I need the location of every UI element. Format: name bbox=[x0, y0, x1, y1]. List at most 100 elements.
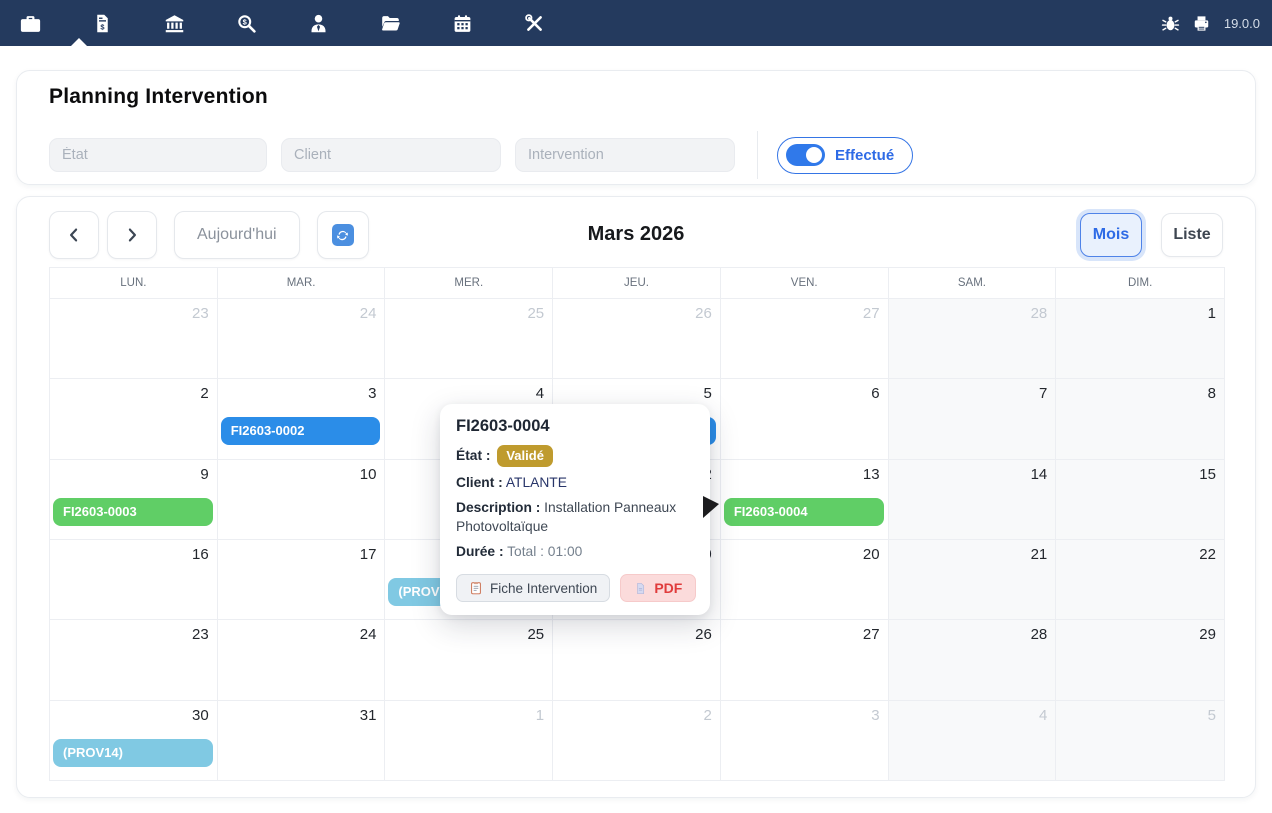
day-cell[interactable]: 25 bbox=[385, 299, 554, 379]
calendar-event[interactable]: FI2603-0002 bbox=[220, 417, 381, 446]
day-number: 17 bbox=[359, 545, 377, 563]
day-cell[interactable]: 23 bbox=[50, 620, 218, 700]
day-cell[interactable]: 10 bbox=[218, 459, 386, 539]
month-view-button[interactable]: Mois bbox=[1080, 213, 1142, 257]
day-cell[interactable]: 5 bbox=[1056, 700, 1224, 780]
week-row: 23 24 25 26 27 28 1 bbox=[50, 299, 1224, 380]
filter-row: Effectué bbox=[49, 131, 1223, 179]
calendar-event[interactable]: (PROV14) bbox=[53, 738, 213, 767]
day-cell[interactable]: 2 bbox=[50, 379, 218, 459]
printer-icon[interactable] bbox=[1191, 12, 1213, 34]
list-view-button[interactable]: Liste bbox=[1161, 213, 1223, 257]
day-number: 24 bbox=[359, 305, 377, 322]
day-cell[interactable]: 9 FI2603-0003 bbox=[50, 459, 218, 539]
day-number: 26 bbox=[695, 305, 712, 322]
day-cell[interactable]: 31 bbox=[218, 700, 386, 780]
day-cell[interactable]: 26 bbox=[553, 620, 721, 700]
client-label: Client : bbox=[456, 474, 503, 490]
calendar-icon[interactable] bbox=[443, 4, 481, 42]
day-cell[interactable]: 2 bbox=[553, 700, 721, 780]
day-cell[interactable]: 4 bbox=[888, 700, 1057, 780]
day-cell[interactable]: 25 bbox=[385, 620, 554, 700]
today-button[interactable]: Aujourd'hui bbox=[174, 211, 300, 259]
intervention-filter-input[interactable] bbox=[515, 138, 735, 172]
day-cell[interactable]: 22 bbox=[1056, 539, 1224, 620]
day-cell[interactable]: 7 bbox=[888, 379, 1057, 459]
svg-text:$: $ bbox=[242, 17, 247, 26]
prev-month-button[interactable] bbox=[49, 211, 99, 259]
status-badge: Validé bbox=[497, 445, 553, 467]
day-number: 4 bbox=[1038, 706, 1048, 724]
day-cell[interactable]: 1 bbox=[1056, 299, 1224, 379]
day-cell[interactable]: 16 bbox=[50, 539, 218, 620]
day-number: 14 bbox=[1030, 465, 1048, 483]
day-cell[interactable]: 1 bbox=[385, 700, 554, 780]
duree-label: Durée : bbox=[456, 544, 504, 560]
day-number: 3 bbox=[871, 706, 880, 724]
pdf-button[interactable]: PDF bbox=[620, 574, 697, 602]
day-cell[interactable]: 26 bbox=[553, 299, 721, 379]
toggle-label: Effectué bbox=[835, 146, 895, 164]
etat-filter-input[interactable] bbox=[49, 138, 267, 172]
bank-icon[interactable] bbox=[155, 4, 193, 42]
next-month-button[interactable] bbox=[107, 211, 157, 259]
day-cell[interactable]: 14 bbox=[888, 459, 1057, 539]
day-cell[interactable]: 8 bbox=[1056, 379, 1224, 459]
day-cell[interactable]: 24 bbox=[218, 299, 386, 379]
day-cell[interactable]: 15 bbox=[1056, 459, 1224, 539]
refresh-button[interactable] bbox=[316, 211, 369, 259]
tooltip-etat-line: État : Validé bbox=[456, 445, 694, 467]
effectue-toggle[interactable]: Effectué bbox=[777, 136, 914, 174]
bug-icon[interactable] bbox=[1160, 12, 1182, 34]
client-filter-input[interactable] bbox=[281, 138, 501, 172]
mouse-cursor bbox=[703, 496, 719, 518]
day-header: LUN. bbox=[50, 268, 218, 298]
day-number: 2 bbox=[200, 385, 209, 403]
day-cell[interactable]: 13 FI2603-0004 bbox=[721, 459, 889, 539]
day-cell[interactable]: 17 bbox=[218, 539, 386, 620]
day-cell[interactable]: 21 bbox=[888, 539, 1057, 620]
folder-open-icon[interactable] bbox=[371, 4, 409, 42]
day-cell[interactable]: 3 bbox=[721, 700, 889, 780]
day-number: 31 bbox=[359, 706, 377, 724]
day-header: SAM. bbox=[889, 268, 1057, 298]
day-header: JEU. bbox=[553, 268, 721, 298]
fiche-intervention-button[interactable]: Fiche Intervention bbox=[456, 574, 611, 602]
day-number: 20 bbox=[862, 545, 880, 563]
toggle-knob bbox=[806, 147, 822, 163]
search-dollar-icon[interactable]: $ bbox=[227, 4, 265, 42]
day-number: 1 bbox=[535, 706, 545, 724]
day-cell[interactable]: 3 FI2603-0002 bbox=[218, 379, 386, 459]
divider bbox=[757, 131, 758, 179]
briefcase-icon[interactable] bbox=[11, 4, 49, 42]
day-cell[interactable]: 28 bbox=[888, 620, 1057, 700]
day-cell[interactable]: 23 bbox=[50, 299, 218, 379]
day-cell[interactable]: 27 bbox=[721, 299, 889, 379]
day-cell[interactable]: 29 bbox=[1056, 620, 1224, 700]
day-header-row: LUN. MAR. MER. JEU. VEN. SAM. DIM. bbox=[50, 268, 1224, 299]
toggle-switch[interactable] bbox=[786, 144, 825, 166]
day-cell[interactable]: 27 bbox=[721, 620, 889, 700]
nav-menu: $ $ bbox=[11, 0, 553, 46]
client-value: ATLANTE bbox=[505, 474, 567, 490]
day-cell[interactable]: 30 (PROV14) bbox=[50, 700, 218, 780]
tools-icon[interactable] bbox=[515, 4, 553, 42]
calendar-event[interactable]: FI2603-0004 bbox=[723, 497, 884, 526]
top-nav: $ $ 19.0.0 bbox=[0, 0, 1272, 46]
day-number: 25 bbox=[527, 626, 545, 644]
day-number: 7 bbox=[1038, 385, 1048, 403]
day-header: VEN. bbox=[721, 268, 889, 298]
day-number: 26 bbox=[695, 626, 712, 644]
day-number: 4 bbox=[535, 385, 545, 403]
day-number: 10 bbox=[359, 465, 377, 483]
day-cell[interactable]: 28 bbox=[888, 299, 1057, 379]
day-cell[interactable]: 6 bbox=[721, 379, 889, 459]
day-number: 6 bbox=[871, 385, 880, 403]
day-cell[interactable]: 24 bbox=[218, 620, 386, 700]
day-number: 21 bbox=[1030, 545, 1048, 563]
user-icon[interactable] bbox=[299, 4, 337, 42]
invoice-icon[interactable]: $ bbox=[83, 4, 121, 42]
day-cell[interactable]: 20 bbox=[721, 539, 889, 620]
calendar-event[interactable]: FI2603-0003 bbox=[53, 497, 213, 526]
day-number: 27 bbox=[862, 626, 880, 644]
